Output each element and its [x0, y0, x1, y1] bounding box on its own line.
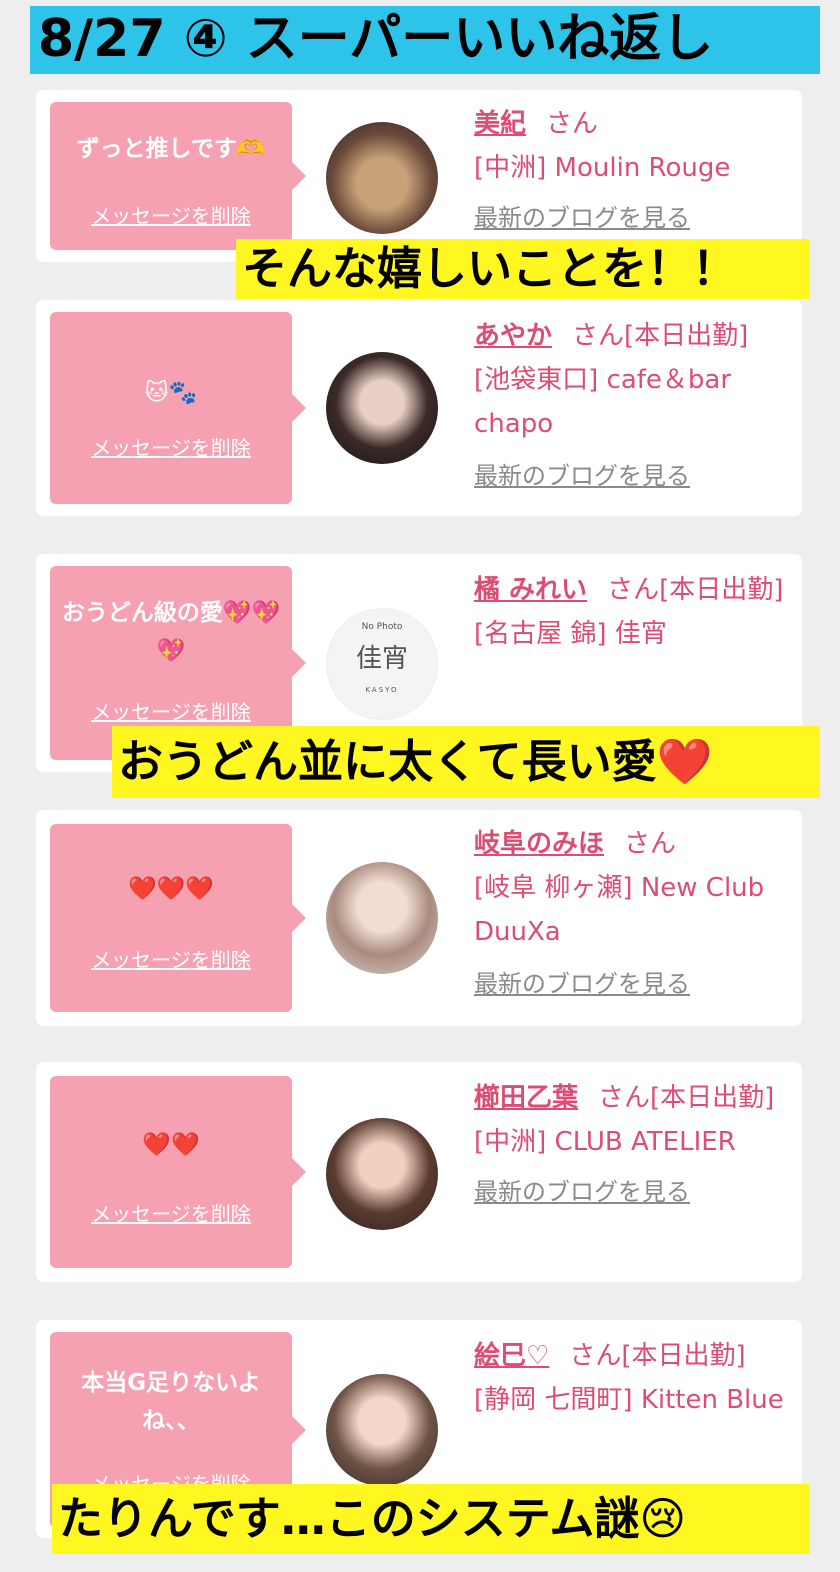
message-text: おうどん級の愛💖💖💖: [61, 600, 281, 664]
avatar[interactable]: [326, 352, 438, 464]
delete-message-link[interactable]: メッセージを削除: [50, 204, 292, 228]
name-suffix: さん[本日出勤]: [569, 1341, 746, 1371]
message-bubble: ❤️❤️❤️ メッセージを削除: [50, 824, 306, 1012]
user-info: 岐阜のみほ さん [岐阜 柳ヶ瀬] New Club DuuXa 最新のブログを見…: [474, 822, 792, 1006]
user-name-link[interactable]: 岐阜のみほ: [474, 829, 604, 859]
blog-link[interactable]: 最新のブログを見る: [474, 203, 690, 233]
delete-message-link[interactable]: メッセージを削除: [50, 436, 292, 460]
message-bubble: ずっと推しです🫶 メッセージを削除: [50, 102, 306, 250]
name-suffix: さん: [546, 109, 599, 139]
like-card: ❤️❤️❤️ メッセージを削除 岐阜のみほ さん [岐阜 柳ヶ瀬] New Clu…: [36, 810, 802, 1026]
like-card: 🐱🐾 メッセージを削除 あやか さん[本日出勤] [池袋東口] cafe＆bar …: [36, 300, 802, 516]
name-suffix: さん: [624, 829, 677, 859]
user-info: あやか さん[本日出勤] [池袋東口] cafe＆bar chapo 最新のブログ…: [474, 314, 792, 498]
shop-text: [岐阜 柳ヶ瀬] New Club DuuXa: [474, 873, 765, 947]
shop-text: [池袋東口] cafe＆bar chapo: [474, 365, 732, 439]
message-text: 本当G足りないよね、、: [81, 1370, 261, 1434]
shop-text: [中洲] Moulin Rouge: [474, 153, 731, 183]
delete-message-link[interactable]: メッセージを削除: [50, 1202, 292, 1226]
user-name-link[interactable]: 櫛田乙葉: [474, 1083, 578, 1113]
overlay-caption: おうどん並に太くて長い愛❤️: [112, 726, 820, 798]
title-banner: 8/27 ④ スーパーいいね返し: [30, 6, 820, 74]
user-info: 櫛田乙葉 さん[本日出勤] [中洲] CLUB ATELIER 最新のブログを見る: [474, 1076, 792, 1214]
avatar[interactable]: [326, 1118, 438, 1230]
user-name-link[interactable]: 絵巳♡: [474, 1341, 549, 1371]
delete-message-link[interactable]: メッセージを削除: [50, 700, 292, 724]
user-name-link[interactable]: あやか: [474, 321, 552, 351]
user-info: 美紀 さん [中洲] Moulin Rouge 最新のブログを見る: [474, 102, 792, 240]
avatar-no-photo[interactable]: No Photo 佳宵 KASYO: [326, 608, 438, 720]
no-photo-logo: 佳宵: [355, 644, 408, 674]
name-suffix: さん[本日出勤]: [607, 575, 784, 605]
avatar[interactable]: [326, 862, 438, 974]
message-text: ❤️❤️: [142, 1132, 200, 1158]
message-text: ずっと推しです🫶: [76, 136, 266, 162]
overlay-caption: たりんです…このシステム謎😢: [52, 1484, 810, 1554]
message-bubble: ❤️❤️ メッセージを削除: [50, 1076, 306, 1268]
message-text: 🐱🐾: [144, 380, 198, 406]
no-photo-label: No Photo: [361, 622, 403, 632]
message-text: ❤️❤️❤️: [128, 876, 214, 902]
user-name-link[interactable]: 橘 みれい: [474, 575, 587, 605]
like-card: ずっと推しです🫶 メッセージを削除 美紀 さん [中洲] Moulin Rouge…: [36, 90, 802, 262]
user-info: 橘 みれい さん[本日出勤] [名古屋 錦] 佳宵: [474, 568, 792, 656]
avatar[interactable]: [326, 1374, 438, 1486]
shop-text: [名古屋 錦] 佳宵: [474, 619, 667, 649]
name-suffix: さん[本日出勤]: [572, 321, 749, 351]
user-name-link[interactable]: 美紀: [474, 109, 526, 139]
no-photo-sub: KASYO: [365, 686, 399, 694]
shop-text: [中洲] CLUB ATELIER: [474, 1127, 736, 1157]
blog-link[interactable]: 最新のブログを見る: [474, 461, 690, 491]
delete-message-link[interactable]: メッセージを削除: [50, 948, 292, 972]
overlay-caption: そんな嬉しいことを！！: [236, 239, 810, 299]
user-info: 絵巳♡ さん[本日出勤] [静岡 七間町] Kitten Blue: [474, 1334, 792, 1422]
shop-text: [静岡 七間町] Kitten Blue: [474, 1385, 784, 1415]
like-card: ❤️❤️ メッセージを削除 櫛田乙葉 さん[本日出勤] [中洲] CLUB ATE…: [36, 1062, 802, 1282]
blog-link[interactable]: 最新のブログを見る: [474, 1177, 690, 1207]
blog-link[interactable]: 最新のブログを見る: [474, 969, 690, 999]
avatar[interactable]: [326, 122, 438, 234]
message-bubble: 🐱🐾 メッセージを削除: [50, 312, 306, 504]
name-suffix: さん[本日出勤]: [598, 1083, 775, 1113]
